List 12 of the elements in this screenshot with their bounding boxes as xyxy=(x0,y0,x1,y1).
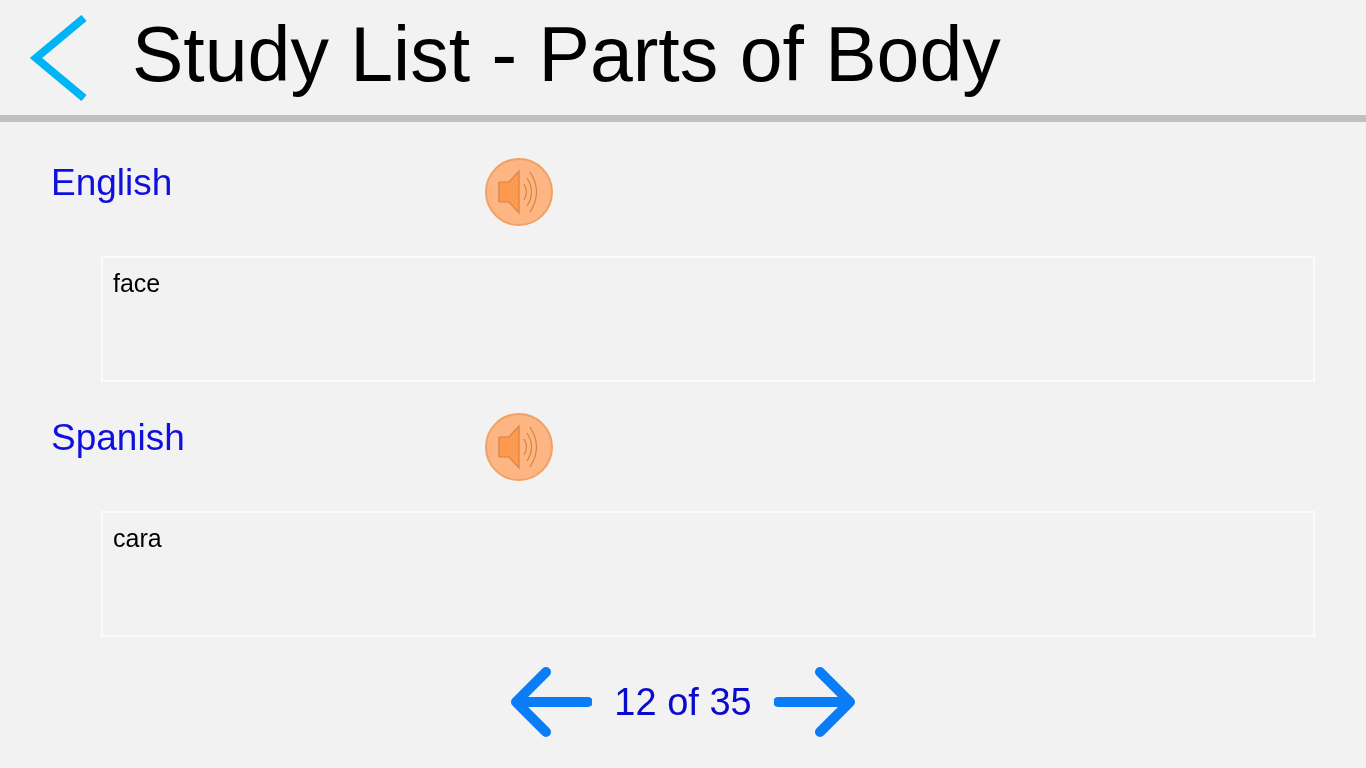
chevron-left-icon xyxy=(28,14,88,101)
language-label: English xyxy=(51,164,174,201)
language-label: Spanish xyxy=(51,419,186,456)
word-text: face xyxy=(113,268,161,298)
arrow-right-icon xyxy=(773,667,856,737)
arrow-left-icon xyxy=(510,667,593,737)
page-counter: 12 of 35 xyxy=(614,683,752,721)
previous-button[interactable] xyxy=(510,667,593,737)
next-button[interactable] xyxy=(773,667,856,737)
back-button[interactable] xyxy=(28,14,88,101)
word-text: cara xyxy=(113,523,162,553)
page-title: Study List - Parts of Body xyxy=(132,16,1001,99)
